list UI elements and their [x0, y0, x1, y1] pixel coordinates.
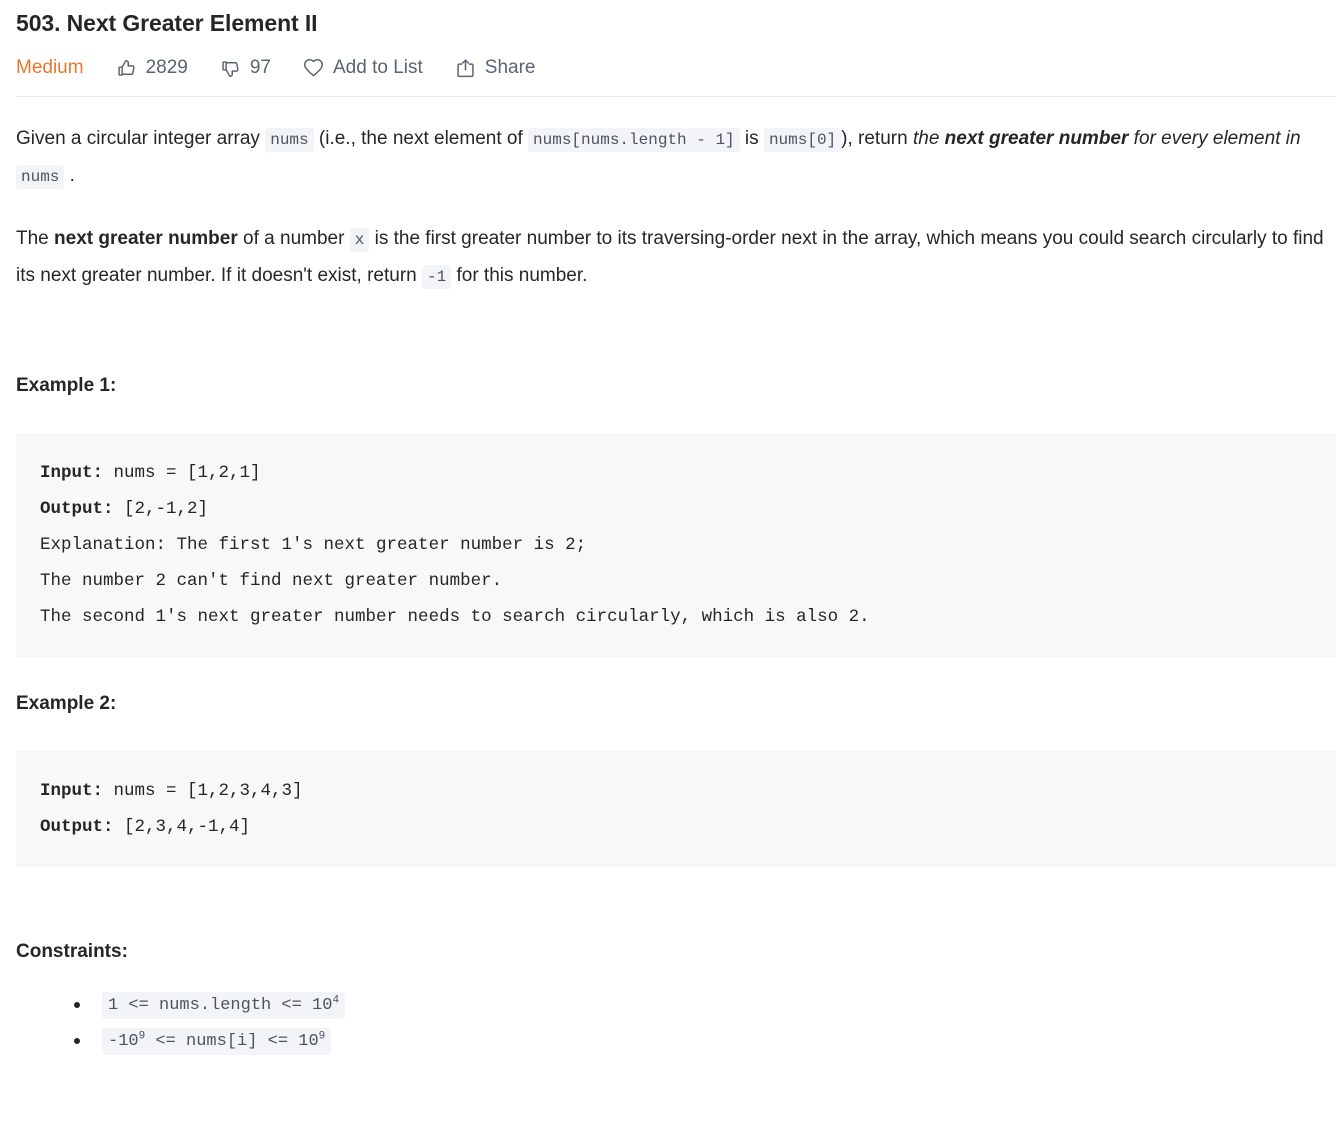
example-1-input-value: nums = [1,2,1] — [103, 463, 261, 483]
share-icon — [455, 58, 476, 79]
list-item: -109 <= nums[i] <= 109 — [74, 1023, 1336, 1059]
constraint-1-code: 1 <= nums.length <= 104 — [102, 992, 346, 1019]
dislike-count: 97 — [249, 57, 271, 78]
p1-bold-italic-1: next greater number — [944, 128, 1129, 149]
constraints-list: 1 <= nums.length <= 104 -10 9 <= nums[i] … — [16, 987, 1336, 1059]
example-2-output-value: [2,3,4,-1,4] — [113, 817, 251, 837]
constraint-2-pre: -10 — [108, 1032, 139, 1051]
example-2-codeblock: Input: nums = [1,2,3,4,3] Output: [2,3,4… — [16, 751, 1336, 867]
constraint-2-code: -109 <= nums[i] <= 109 — [102, 1028, 332, 1055]
constraint-1-sup: 4 — [332, 994, 340, 1007]
description-paragraph-2: The next greater number of a number x is… — [16, 195, 1336, 295]
example-1-output-label: Output: — [40, 499, 114, 519]
code-nums-2: nums — [16, 165, 65, 189]
p1-italic-2: for every element in — [1128, 128, 1301, 149]
example-1-explanation-line-3: The second 1's next greater number needs… — [40, 607, 870, 627]
code-x: x — [349, 228, 370, 252]
constraint-1-pre: 1 <= nums.length <= 10 — [108, 996, 333, 1015]
add-to-list-button[interactable]: Add to List — [303, 56, 423, 80]
example-2-input-value: nums = [1,2,3,4,3] — [103, 781, 303, 801]
example-1-codeblock: Input: nums = [1,2,1] Output: [2,-1,2] E… — [16, 433, 1336, 657]
share-label: Share — [484, 57, 536, 78]
example-1-explanation-line-1: Explanation: The first 1's next greater … — [40, 535, 587, 555]
p2-text-1: The — [16, 228, 55, 249]
thumbs-up-icon — [116, 58, 137, 79]
list-item: 1 <= nums.length <= 104 — [74, 987, 1336, 1023]
thumbs-down-icon — [220, 58, 241, 79]
example-2-input-label: Input: — [40, 781, 104, 801]
p1-text-4: ), return — [841, 128, 913, 149]
p1-text-5: . — [64, 165, 75, 186]
problem-page: 503. Next Greater Element II Medium 2829… — [0, 0, 1336, 1059]
p1-italic-1: the — [912, 128, 945, 149]
constraints-heading: Constraints: — [16, 941, 128, 962]
example-2-output-label: Output: — [40, 817, 114, 837]
example-2-heading: Example 2: — [16, 693, 117, 714]
example-1-input-label: Input: — [40, 463, 104, 483]
code-nums-zero: nums[0] — [763, 128, 842, 152]
like-button[interactable]: 2829 — [116, 56, 188, 80]
dislike-button[interactable]: 97 — [220, 56, 271, 80]
description-paragraph-1: Given a circular integer array nums (i.e… — [16, 97, 1336, 195]
code-nums-1: nums — [265, 128, 314, 152]
constraints-section: Constraints: 1 <= nums.length <= 104 -10… — [0, 867, 1336, 1059]
p1-text-3: is — [739, 128, 764, 149]
problem-description: Given a circular integer array nums (i.e… — [0, 97, 1336, 399]
constraint-2-post: <= nums[i] <= 10 — [145, 1032, 319, 1051]
share-button[interactable]: Share — [455, 56, 536, 80]
problem-meta-row: Medium 2829 97 Add to List Share — [0, 38, 1336, 84]
example-1-output-value: [2,-1,2] — [113, 499, 209, 519]
add-to-list-label: Add to List — [333, 57, 423, 78]
p2-text-4: for this number. — [451, 265, 588, 286]
code-minus-one: -1 — [422, 265, 452, 289]
constraint-2-sup2: 9 — [318, 1030, 326, 1043]
page-title: 503. Next Greater Element II — [16, 10, 318, 36]
p2-bold-1: next greater number — [54, 228, 238, 249]
difficulty-badge: Medium — [16, 57, 84, 78]
like-count: 2829 — [145, 57, 188, 78]
example-2-section: Example 2: — [0, 657, 1336, 717]
example-1-explanation-line-2: The number 2 can't find next greater num… — [40, 571, 503, 591]
code-nums-length-minus-1: nums[nums.length - 1] — [528, 128, 740, 152]
example-1-heading: Example 1: — [16, 375, 117, 396]
p2-text-2: of a number — [237, 228, 350, 249]
p1-text-2: (i.e., the next element of — [313, 128, 529, 149]
p1-text-1: Given a circular integer array — [16, 128, 266, 149]
heart-icon — [303, 58, 324, 79]
